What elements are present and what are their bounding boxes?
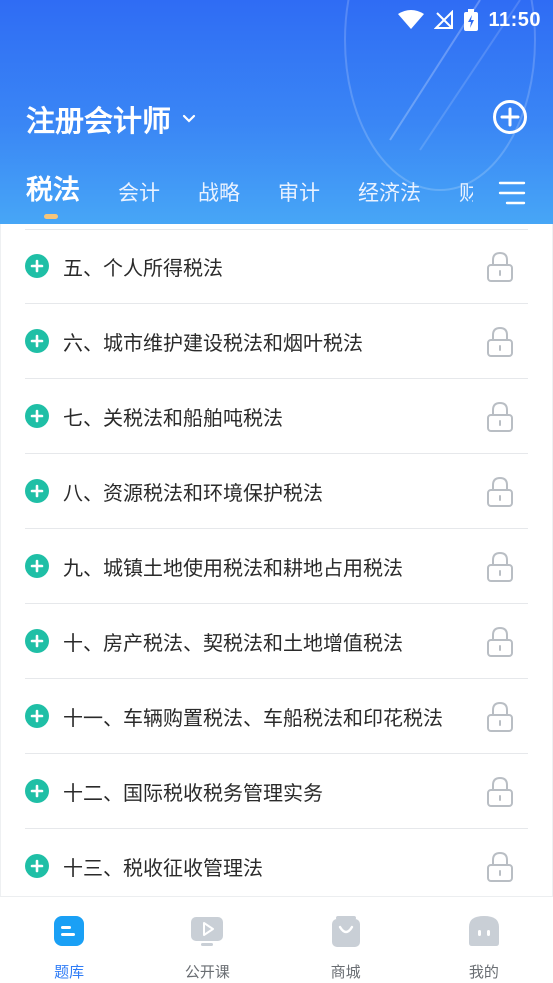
page-title: 注册会计师 [26,104,172,138]
expand-plus-icon[interactable] [25,854,49,878]
bottom-nav: 题库 公开课 商城 我的 [0,896,553,983]
lock-icon [487,476,513,507]
lock-icon [487,401,513,432]
list-item-label: 九、城镇土地使用税法和耕地占用税法 [63,555,403,580]
no-signal-icon [434,10,454,29]
lock-icon [487,326,513,357]
list-item-label: 十、房产税法、契税法和土地增值税法 [63,630,403,655]
list-item[interactable]: 六、城市维护建设税法和烟叶税法 [25,304,528,379]
profile-icon [468,916,499,946]
lock-icon [487,626,513,657]
tab-finance[interactable]: 财 [459,175,473,211]
list-item-label: 十一、车辆购置税法、车船税法和印花税法 [63,705,443,730]
header: 11:50 注册会计师 税法 会计 战略 审计 经济法 财 [0,0,553,224]
status-time: 11:50 [488,8,541,31]
tab-tax-law[interactable]: 税法 [26,175,80,219]
nav-label: 商城 [330,963,361,981]
subject-tabs: 税法 会计 战略 审计 经济法 财 [26,175,477,219]
nav-label: 公开课 [184,963,230,981]
tab-economic-law[interactable]: 经济法 [358,175,421,211]
expand-plus-icon[interactable] [25,629,49,653]
list-item[interactable]: 十一、车辆购置税法、车船税法和印花税法 [25,679,528,754]
shopping-bag-icon [331,916,360,947]
list-item-label: 七、关税法和船舶吨税法 [63,405,283,430]
nav-label: 我的 [468,963,499,981]
tab-accounting[interactable]: 会计 [118,175,160,211]
expand-plus-icon[interactable] [25,329,49,353]
lock-icon [487,251,513,282]
tab-strategy[interactable]: 战略 [198,175,240,211]
add-button[interactable] [493,100,527,134]
list-item-label: 十二、国际税收税务管理实务 [63,780,323,805]
lock-icon [487,701,513,732]
expand-plus-icon[interactable] [25,254,49,278]
list-item-label: 八、资源税法和环境保护税法 [63,480,323,505]
list-item-label: 六、城市维护建设税法和烟叶税法 [63,330,363,355]
list-item[interactable]: 十三、税收征收管理法 [25,829,528,896]
chevron-down-icon [182,114,196,123]
play-video-icon [191,917,224,946]
question-bank-icon [54,916,85,946]
tab-audit[interactable]: 审计 [278,175,320,211]
menu-icon[interactable] [497,180,527,206]
expand-plus-icon[interactable] [25,704,49,728]
nav-profile[interactable]: 我的 [415,897,553,983]
list-item-label: 五、个人所得税法 [63,255,223,280]
lock-icon [487,851,513,882]
expand-plus-icon[interactable] [25,404,49,428]
lock-icon [487,551,513,582]
exam-selector[interactable]: 注册会计师 [26,98,197,140]
expand-plus-icon[interactable] [25,479,49,503]
plus-icon [500,107,520,127]
expand-plus-icon[interactable] [25,779,49,803]
chapter-list: 五、个人所得税法六、城市维护建设税法和烟叶税法 七、关税法和船舶吨税法八、资源税法… [0,224,553,896]
list-item[interactable]: 八、资源税法和环境保护税法 [25,454,528,529]
list-item[interactable]: 七、关税法和船舶吨税法 [25,379,528,454]
list-item[interactable]: 五、个人所得税法 [25,229,528,304]
lock-icon [487,776,513,807]
list-item[interactable]: 十、房产税法、契税法和土地增值税法 [25,604,528,679]
expand-plus-icon[interactable] [25,554,49,578]
wifi-icon [398,10,425,29]
list-item[interactable]: 十二、国际税收税务管理实务 [25,754,528,829]
nav-public-course[interactable]: 公开课 [138,897,276,983]
nav-label: 题库 [54,963,85,981]
list-item[interactable]: 九、城镇土地使用税法和耕地占用税法 [25,529,528,604]
nav-mall[interactable]: 商城 [277,897,415,983]
list-item-label: 十三、税收征收管理法 [63,855,263,880]
battery-charging-icon [464,9,479,31]
status-bar: 11:50 [0,0,553,40]
nav-question-bank[interactable]: 题库 [0,897,138,983]
